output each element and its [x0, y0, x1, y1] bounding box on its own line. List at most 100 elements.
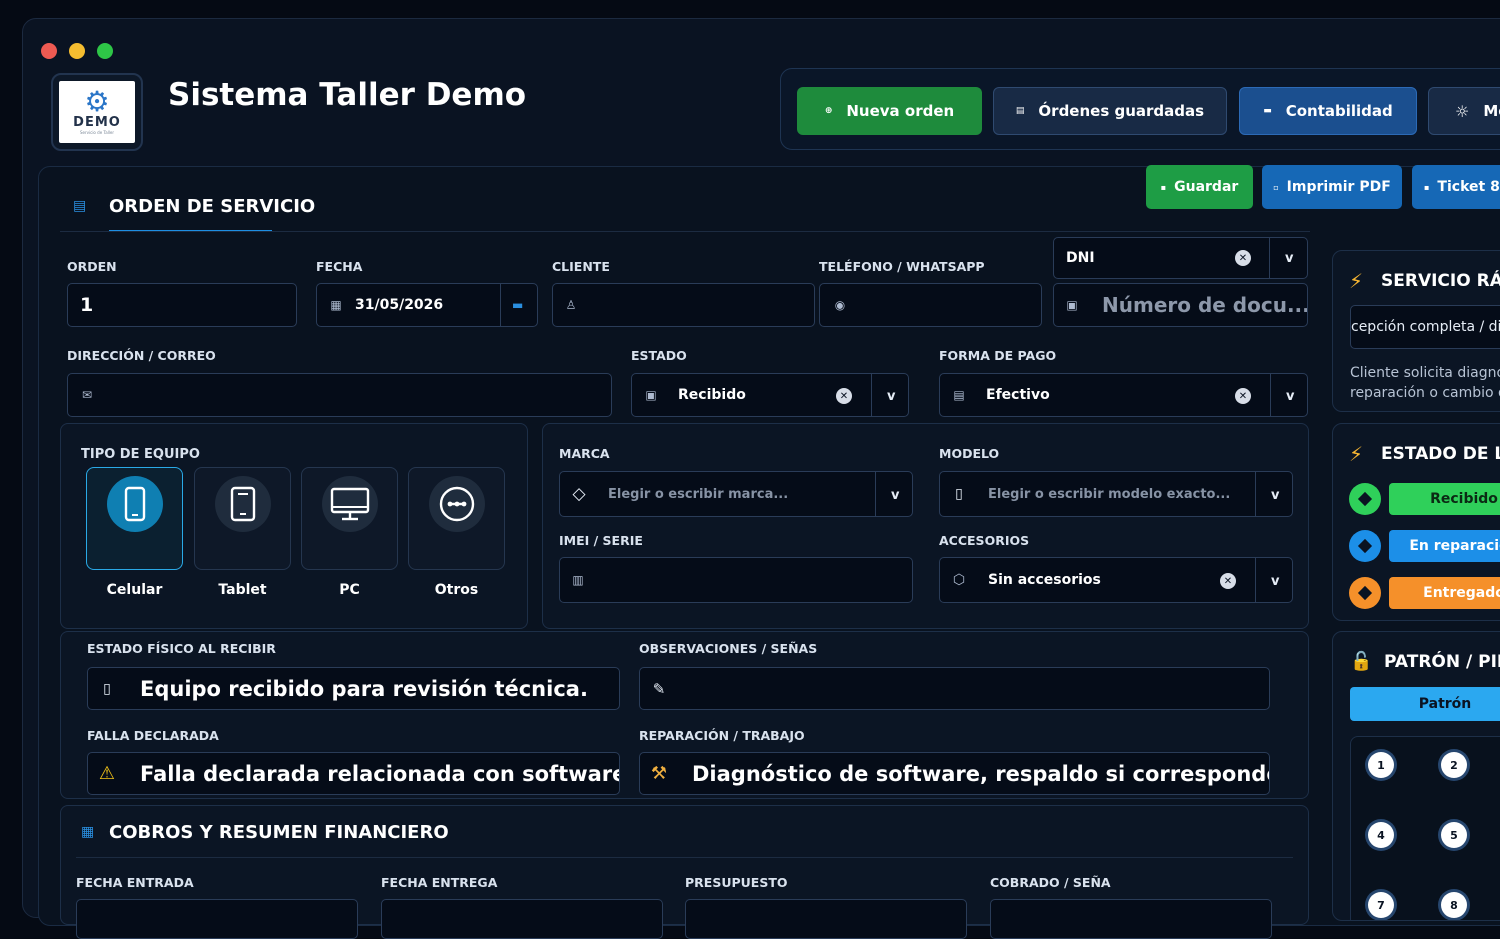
telefono-label: TELÉFONO / WHATSAPP [819, 259, 985, 274]
gear-icon: ⚙ [84, 85, 110, 118]
presupuesto-label: PRESUPUESTO [685, 875, 788, 890]
estado-fisico-value: Equipo recibido para revisión técnica. [140, 676, 588, 701]
saved-orders-label: Órdenes guardadas [1038, 102, 1205, 120]
ticket-button[interactable]: ▪ Ticket 80 [1412, 165, 1500, 209]
equipment-celular-label: Celular [106, 582, 163, 598]
accounting-button[interactable]: ▬ Contabilidad [1239, 87, 1417, 135]
pattern-node[interactable]: 7 [1368, 892, 1394, 918]
telefono-field[interactable]: ◉ [819, 283, 1042, 327]
chevron-down-icon[interactable]: v [891, 488, 899, 503]
doc-number-field[interactable]: ▣ Número de docu... [1053, 283, 1308, 327]
equipment-pc-tile[interactable] [301, 467, 398, 570]
pattern-tab-label: Patrón [1418, 696, 1472, 712]
payment-icon: ▤ [953, 388, 965, 402]
save-button[interactable]: ▪ Guardar [1146, 165, 1253, 209]
equipment-pc-label: PC [339, 582, 360, 598]
clear-forma-pago-icon[interactable]: ✕ [1235, 388, 1251, 404]
fecha-entrada-label: FECHA ENTRADA [76, 875, 194, 890]
reparacion-field[interactable]: ⚒ Diagnóstico de software, respaldo si c… [639, 752, 1270, 795]
status-reparacion-button[interactable]: En reparación [1389, 530, 1500, 562]
pattern-node[interactable]: 8 [1441, 892, 1467, 918]
pattern-node[interactable]: 1 [1368, 752, 1394, 778]
new-order-button[interactable]: ⊕ Nueva orden [797, 87, 982, 135]
logo-subtext: Servicio de Taller [80, 130, 114, 135]
estado-fisico-label: ESTADO FÍSICO AL RECIBIR [87, 641, 276, 656]
minimize-window-button[interactable] [69, 43, 85, 59]
finance-divider [76, 857, 1293, 858]
clear-accesorios-icon[interactable]: ✕ [1220, 573, 1236, 589]
sun-icon: ☼ [1455, 101, 1470, 121]
monitor-icon [330, 487, 370, 521]
mode-button[interactable]: ☼ Mo [1428, 87, 1500, 135]
fecha-entrada-field[interactable] [76, 899, 358, 939]
chevron-down-icon[interactable]: v [1285, 251, 1293, 266]
estado-fisico-field[interactable]: ▯ Equipo recibido para revisión técnica. [87, 667, 620, 710]
cobrado-field[interactable] [990, 899, 1272, 939]
estado-select[interactable]: ▣ Recibido ✕ v [631, 373, 909, 417]
fecha-entrega-field[interactable] [381, 899, 663, 939]
lightning-icon: ⚡ [1349, 269, 1364, 293]
status-entregado-indicator [1349, 577, 1381, 609]
quick-service-input[interactable]: cepción completa / dia [1350, 305, 1500, 349]
pattern-node[interactable]: 5 [1441, 822, 1467, 848]
orden-field[interactable]: 1 [67, 283, 297, 327]
chevron-down-icon[interactable]: v [1271, 488, 1279, 503]
estado-value: Recibido [678, 387, 746, 403]
modelo-label: MODELO [939, 446, 1000, 461]
plus-circle-icon: ⊕ [824, 106, 833, 116]
direccion-label: DIRECCIÓN / CORREO [67, 348, 216, 363]
clear-doc-type-icon[interactable]: ✕ [1235, 250, 1251, 266]
accesorios-select[interactable]: ⬡ Sin accesorios ✕ v [939, 557, 1293, 603]
doc-number-placeholder: Número de docu... [1102, 293, 1308, 317]
modelo-placeholder: Elegir o escribir modelo exacto... [988, 486, 1231, 502]
status-recibido-button[interactable]: Recibido [1389, 483, 1500, 515]
equipment-otros-tile[interactable] [408, 467, 505, 570]
fecha-field[interactable]: ▦ 31/05/2026 ▬ [316, 283, 538, 327]
observaciones-field[interactable]: ✎ [639, 667, 1270, 710]
reparacion-value: Diagnóstico de software, respaldo si cor… [692, 761, 1269, 786]
saved-orders-button[interactable]: ▤ Órdenes guardadas [993, 87, 1227, 135]
marca-select[interactable]: ◇ Elegir o escribir marca... v [559, 471, 913, 517]
pattern-node[interactable]: 4 [1368, 822, 1394, 848]
estado-label: ESTADO [631, 348, 687, 363]
new-order-label: Nueva orden [846, 102, 955, 120]
barcode-icon: ▥ [572, 573, 584, 587]
order-section-title: ORDEN DE SERVICIO [109, 196, 316, 217]
falla-field[interactable]: ⚠ Falla declarada relacionada con softwa… [87, 752, 620, 795]
lightning-icon: ⚡ [1349, 442, 1364, 466]
description-line-2: reparación o cambio de [1350, 385, 1500, 401]
marca-placeholder: Elegir o escribir marca... [608, 486, 789, 502]
ticket-label: Ticket 80 [1437, 179, 1500, 195]
cliente-field[interactable]: ♙ [552, 283, 815, 327]
falla-value: Falla declarada relacionada con software… [140, 761, 619, 786]
forma-pago-select[interactable]: ▤ Efectivo ✕ v [939, 373, 1308, 417]
device-icon: ▯ [103, 680, 111, 697]
doc-type-select[interactable]: DNI ✕ v [1053, 237, 1308, 279]
direccion-field[interactable]: ✉ [67, 373, 612, 417]
close-window-button[interactable] [41, 43, 57, 59]
date-picker-icon[interactable]: ▬ [512, 298, 523, 312]
presupuesto-field[interactable] [685, 899, 967, 939]
chevron-down-icon[interactable]: v [1286, 389, 1294, 404]
chevron-down-icon[interactable]: v [887, 389, 895, 404]
maximize-window-button[interactable] [97, 43, 113, 59]
pattern-tab[interactable]: Patrón [1350, 687, 1500, 721]
fecha-entrega-label: FECHA ENTREGA [381, 875, 498, 890]
accesorios-label: ACCESORIOS [939, 533, 1030, 548]
equipment-tablet-tile[interactable] [194, 467, 291, 570]
tools-icon: ⚒ [650, 763, 668, 784]
forma-pago-label: FORMA DE PAGO [939, 348, 1057, 363]
chevron-down-icon[interactable]: v [1271, 574, 1279, 589]
mail-icon: ✉ [81, 388, 93, 402]
orden-label: ORDEN [67, 259, 117, 274]
clear-estado-icon[interactable]: ✕ [836, 388, 852, 404]
pattern-node[interactable]: 2 [1441, 752, 1467, 778]
logo-text: DEMO [73, 115, 121, 130]
status-entregado-button[interactable]: Entregado [1389, 577, 1500, 609]
modelo-select[interactable]: ▯ Elegir o escribir modelo exacto... v [939, 471, 1293, 517]
order-section-icon: ▤ [73, 198, 87, 214]
equipment-celular-tile[interactable] [86, 467, 183, 570]
imei-field[interactable]: ▥ [559, 557, 913, 603]
status-panel: ⚡ ESTADO DE LA Recibido En reparación En… [1332, 423, 1500, 621]
print-pdf-button[interactable]: ▫ Imprimir PDF [1262, 165, 1402, 209]
